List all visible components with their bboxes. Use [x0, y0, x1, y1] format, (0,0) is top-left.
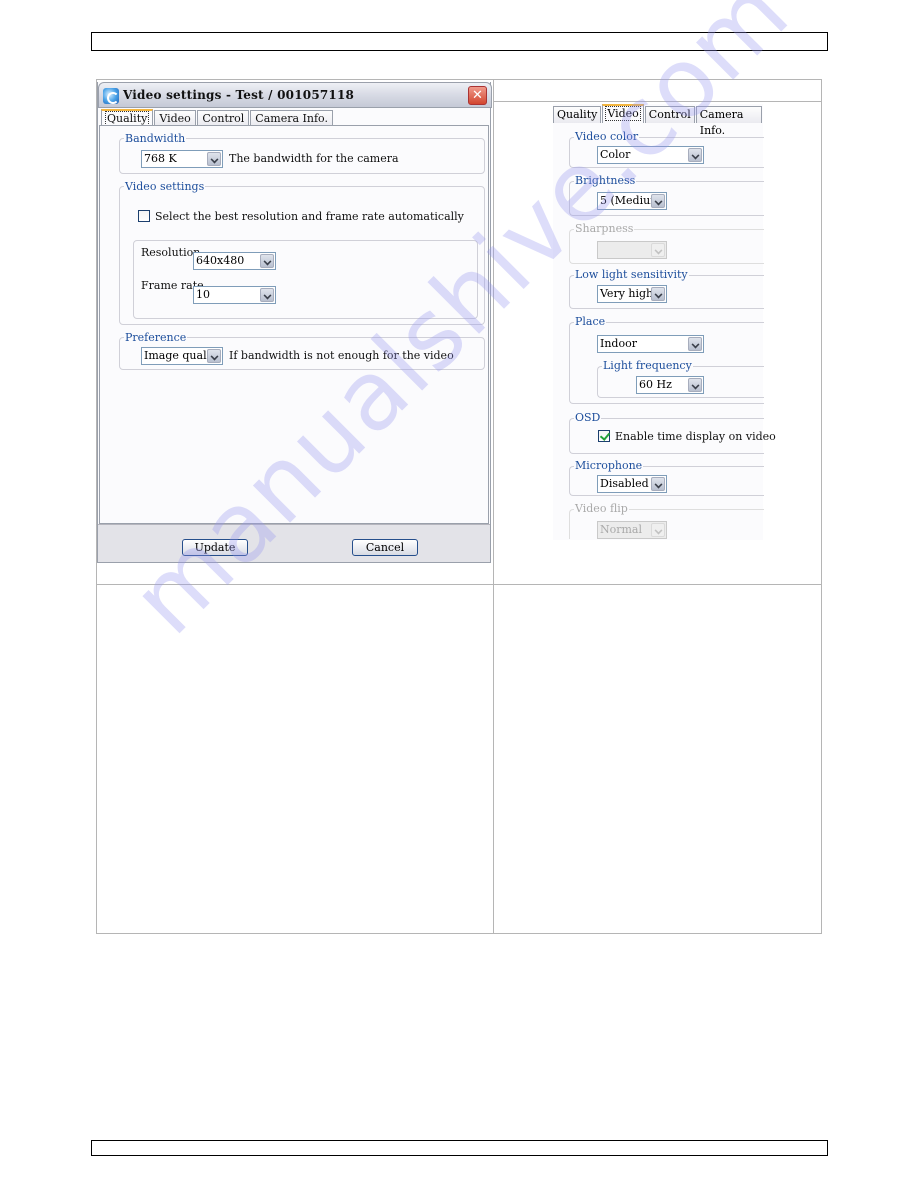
brightness-select[interactable]: 5 (Medium	[597, 192, 667, 210]
close-button[interactable]: ✕	[468, 86, 487, 105]
osd-time-checkbox[interactable]	[598, 430, 610, 442]
sharpness-legend: Sharpness	[574, 222, 635, 235]
video-flip-select[interactable]: Normal	[597, 521, 667, 539]
light-frequency-legend: Light frequency	[602, 359, 693, 372]
tab-video[interactable]: Video	[154, 110, 197, 126]
low-light-legend: Low light sensitivity	[574, 268, 689, 281]
video-flip-legend: Video flip	[574, 502, 629, 515]
frame-rate-select[interactable]: 10	[193, 286, 276, 304]
tab-quality[interactable]: Quality	[553, 106, 602, 123]
chevron-down-icon[interactable]	[260, 254, 274, 268]
osd-time-label: Enable time display on video	[615, 430, 776, 443]
tab-control[interactable]: Control	[644, 106, 695, 123]
chevron-down-icon[interactable]	[688, 337, 702, 351]
auto-resolution-checkbox[interactable]	[138, 210, 150, 222]
chevron-down-icon[interactable]	[651, 477, 665, 491]
page-footer-bar	[91, 1140, 828, 1156]
tab-video[interactable]: Video	[602, 104, 644, 123]
dialog-titlebar[interactable]: Video settings - Test / 001057118 ✕	[98, 82, 492, 108]
chevron-down-icon[interactable]	[688, 378, 702, 392]
table-row-divider	[96, 584, 822, 585]
brightness-legend: Brightness	[574, 174, 637, 187]
bandwidth-select[interactable]: 768 K	[141, 150, 223, 168]
chevron-down-icon	[651, 523, 665, 537]
resolution-label: Resolution	[141, 246, 201, 259]
microphone-legend: Microphone	[574, 459, 644, 472]
preference-legend: Preference	[125, 331, 187, 344]
table-header-divider	[493, 101, 822, 102]
place-legend: Place	[574, 315, 607, 328]
tab-quality[interactable]: Quality	[101, 109, 154, 126]
chevron-down-icon[interactable]	[651, 287, 665, 301]
microphone-select[interactable]: Disabled	[597, 475, 667, 493]
app-logo-icon	[103, 88, 119, 104]
sharpness-select[interactable]	[597, 241, 667, 259]
chevron-down-icon[interactable]	[260, 288, 274, 302]
light-frequency-select[interactable]: 60 Hz	[636, 376, 704, 394]
chevron-down-icon[interactable]	[207, 152, 221, 166]
tab-camera-info[interactable]: Camera Info.	[695, 106, 762, 137]
bandwidth-description: The bandwidth for the camera	[229, 152, 399, 165]
chevron-down-icon[interactable]	[651, 194, 665, 208]
cancel-button[interactable]: Cancel	[352, 539, 418, 556]
video-color-select[interactable]: Color	[597, 146, 704, 164]
page-header-bar	[91, 32, 828, 51]
table-column-divider	[493, 79, 494, 934]
dialog-button-bar: Update Cancel	[98, 524, 490, 562]
tab-control[interactable]: Control	[197, 110, 250, 126]
update-button[interactable]: Update	[182, 539, 248, 556]
quality-tab-panel: Bandwidth 768 K The bandwidth for the ca…	[99, 125, 489, 524]
chevron-down-icon	[651, 243, 665, 257]
low-light-select[interactable]: Very high	[597, 285, 667, 303]
osd-legend: OSD	[574, 411, 602, 424]
video-settings-legend: Video settings	[125, 180, 205, 193]
resolution-select[interactable]: 640x480	[193, 252, 276, 270]
place-select[interactable]: Indoor	[597, 335, 704, 353]
chevron-down-icon[interactable]	[688, 148, 702, 162]
video-color-legend: Video color	[574, 130, 640, 143]
preference-description: If bandwidth is not enough for the video	[229, 349, 454, 362]
video-settings-dialog: Video settings - Test / 001057118 ✕ Qual…	[97, 82, 492, 563]
video-tabs: Quality Video Control Camera Info.	[553, 104, 763, 137]
tab-camera-info[interactable]: Camera Info.	[250, 110, 333, 126]
auto-resolution-label: Select the best resolution and frame rat…	[155, 210, 464, 223]
preference-select[interactable]: Image quality	[141, 347, 223, 365]
bandwidth-legend: Bandwidth	[125, 132, 186, 145]
dialog-title: Video settings - Test / 001057118	[123, 88, 355, 102]
chevron-down-icon[interactable]	[207, 349, 221, 363]
dialog-tabs: Quality Video Control Camera Info.	[101, 109, 334, 126]
video-tab-screenshot: Quality Video Control Camera Info. Video…	[553, 104, 776, 540]
